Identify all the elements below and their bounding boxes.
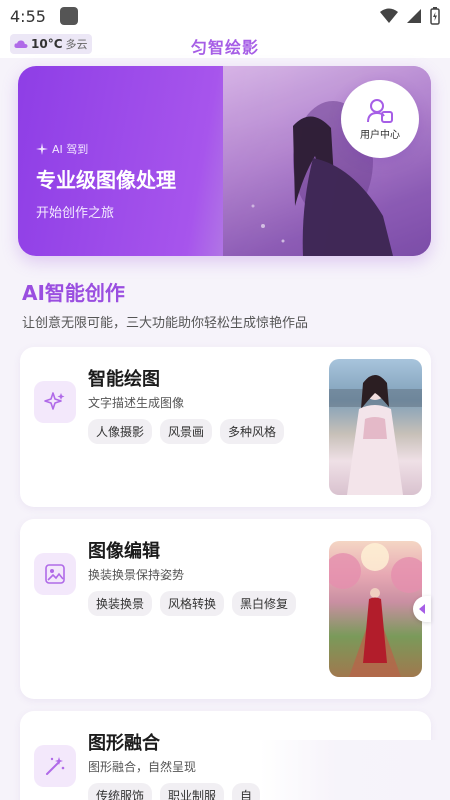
tag-chip[interactable]: 风格转换 <box>160 591 225 616</box>
card-description: 文字描述生成图像 <box>88 396 185 410</box>
magic-wand-icon <box>46 757 65 775</box>
status-bar: 4:55 <box>0 0 450 32</box>
tag-chip[interactable]: 换装换景 <box>88 591 153 616</box>
tag-chip[interactable]: 风景画 <box>160 419 213 444</box>
card-title: 图像编辑 <box>88 541 160 562</box>
tag-chip[interactable]: 黑白修复 <box>232 591 297 616</box>
card-tags: 传统服饰 职业制服 自 <box>88 783 261 800</box>
card-title: 智能绘图 <box>88 369 160 390</box>
bottom-fade-overlay <box>260 740 450 800</box>
feature-card-editing[interactable]: 图像编辑 换装换景保持姿势 换装换景 风格转换 黑白修复 <box>20 519 431 699</box>
app-title: 匀智绘影 <box>190 38 259 57</box>
banner-tag: AI 驾到 <box>36 141 88 157</box>
battery-icon <box>430 7 440 25</box>
user-center-button[interactable]: 用户中心 <box>341 80 419 158</box>
section-subtitle: 让创意无限可能，三大功能助你轻松生成惊艳作品 <box>22 316 309 331</box>
banner-title: 专业级图像处理 <box>36 168 176 192</box>
tag-chip[interactable]: 自 <box>232 783 261 800</box>
signal-icon <box>407 9 421 23</box>
tag-chip[interactable]: 传统服饰 <box>88 783 153 800</box>
tag-chip[interactable]: 人像摄影 <box>88 419 153 444</box>
feature-card-drawing[interactable]: 智能绘图 文字描述生成图像 人像摄影 风景画 多种风格 <box>20 347 431 507</box>
app-header: 10°C 多云 匀智绘影 <box>0 32 450 58</box>
banner-tag-label: AI 驾到 <box>52 143 89 156</box>
card-description: 图形融合，自然呈现 <box>88 760 197 774</box>
card-tags: 人像摄影 风景画 多种风格 <box>88 419 285 444</box>
sparkle-icon <box>36 143 48 155</box>
card-preview-image <box>329 359 422 495</box>
notification-app-icon <box>59 7 78 25</box>
chevron-left-icon <box>419 604 425 614</box>
card-icon-box <box>34 553 76 595</box>
tag-chip[interactable]: 职业制服 <box>160 783 225 800</box>
card-preview-image <box>329 541 422 677</box>
section-title: AI智能创作 <box>22 281 125 305</box>
wifi-icon <box>380 8 398 23</box>
card-title: 图形融合 <box>88 733 160 754</box>
card-tags: 换装换景 风格转换 黑白修复 <box>88 591 297 616</box>
user-icon <box>367 98 393 123</box>
status-icons <box>380 7 440 25</box>
sparkle-icon <box>44 392 65 410</box>
tag-chip[interactable]: 多种风格 <box>220 419 285 444</box>
card-description: 换装换景保持姿势 <box>88 568 185 582</box>
banner-subtitle: 开始创作之旅 <box>36 206 115 221</box>
card-icon-box <box>34 381 76 423</box>
status-time: 4:55 <box>10 6 46 26</box>
user-center-label: 用户中心 <box>360 129 400 141</box>
card-icon-box <box>34 745 76 787</box>
image-icon <box>45 564 65 584</box>
